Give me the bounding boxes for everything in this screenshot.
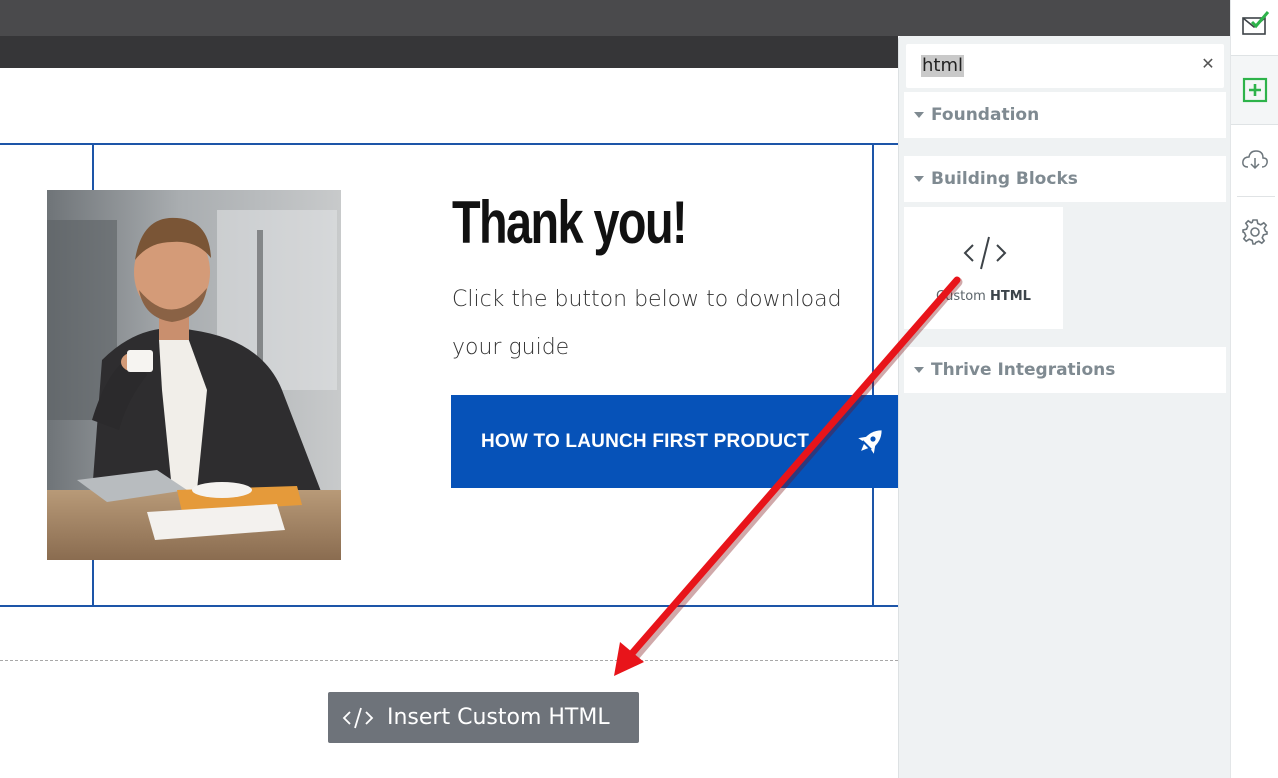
intro-paragraph[interactable]: Click the button below to download your … [452,276,852,372]
selection-outline-top [0,143,898,145]
section-title: Building Blocks [931,169,1078,189]
cloud-download-icon[interactable] [1231,140,1278,180]
download-guide-button[interactable]: HOW TO LAUNCH FIRST PRODUCT [451,395,898,488]
insertion-drop-line [0,660,898,661]
gear-icon[interactable] [1231,212,1278,252]
editor-screen: Thank you! Click the button below to dow… [0,0,1278,778]
section-thrive-integrations[interactable]: Thrive Integrations [904,347,1226,393]
page-heading[interactable]: Thank you! [452,188,688,257]
elements-panel [898,36,1230,778]
insert-custom-html-button[interactable]: Insert Custom HTML [328,692,639,743]
selection-outline-bottom [0,605,898,607]
sub-toolbar [0,36,898,68]
envelope-check-icon[interactable] [1231,4,1278,44]
section-building-blocks[interactable]: Building Blocks [904,156,1226,202]
man-with-coffee-photo[interactable] [47,190,341,560]
tile-label-prefix: Custom [936,289,986,304]
rocket-icon [854,424,888,458]
custom-html-tile-label: Custom HTML [904,289,1063,304]
tile-label-bold: HTML [989,289,1031,304]
search-query-text[interactable]: html [921,55,965,77]
column-divider-right [872,145,874,605]
section-title: Thrive Integrations [931,360,1116,380]
insert-custom-html-label: Insert Custom HTML [387,705,610,730]
code-icon [342,705,374,731]
download-guide-button-label: HOW TO LAUNCH FIRST PRODUCT [481,430,810,452]
caret-down-icon [914,367,924,373]
custom-html-element-tile[interactable]: Custom HTML [904,207,1063,329]
add-element-button[interactable] [1231,55,1278,125]
code-icon [960,233,1010,273]
section-title: Foundation [931,105,1040,125]
caret-down-icon [914,176,924,182]
close-icon[interactable]: ✕ [1199,55,1217,75]
caret-down-icon [914,112,924,118]
add-element-icon [1242,77,1267,103]
section-foundation[interactable]: Foundation [904,92,1226,138]
rail-divider [1237,196,1275,197]
top-toolbar [0,0,1230,36]
